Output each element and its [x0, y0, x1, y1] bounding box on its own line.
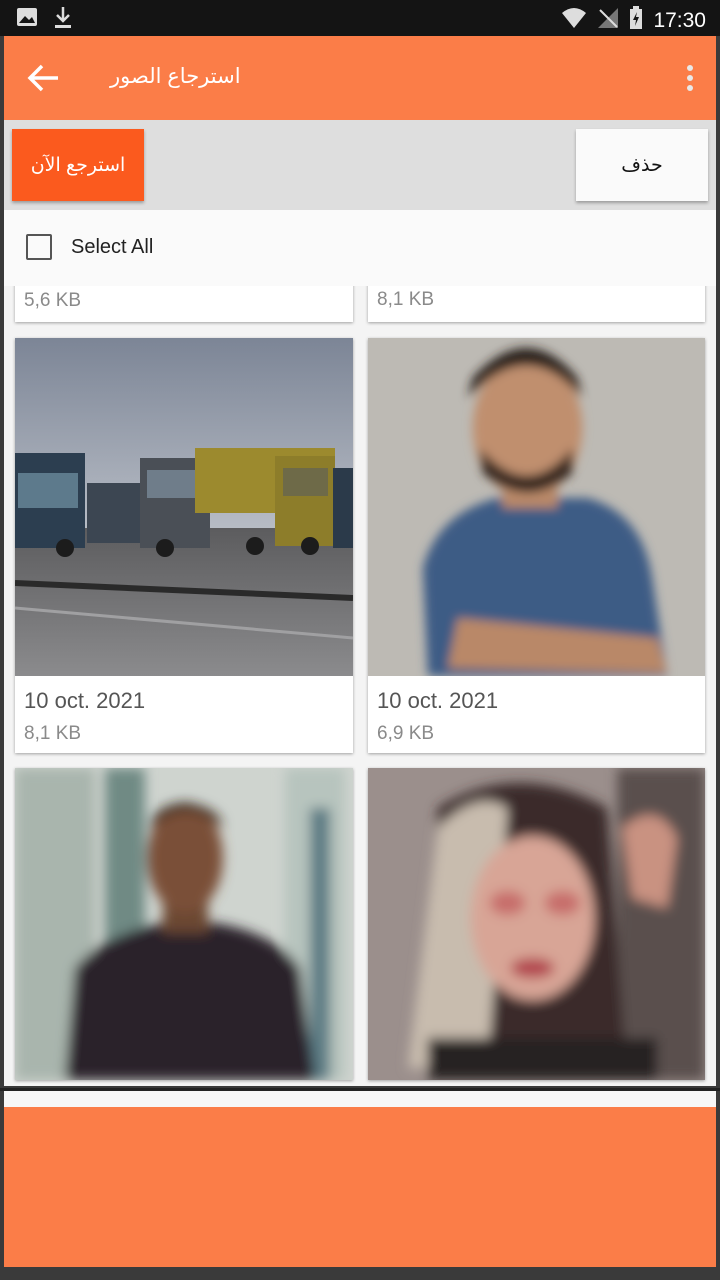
select-all-label: Select All: [71, 236, 154, 258]
wifi-icon: [561, 7, 587, 34]
page-title: استرجاع الصور: [110, 65, 241, 88]
back-arrow-icon[interactable]: [26, 62, 62, 94]
photo-thumbnail-trucks: [15, 338, 353, 676]
clock-time: 17:30: [653, 8, 706, 32]
ad-banner: [4, 1107, 716, 1267]
photo-grid: 5,6 KB 8,1 KB 10 oct. 2021 8,1 KB 10 oct…: [4, 286, 716, 1086]
action-bar: استرجع الآن حذف: [4, 120, 716, 210]
photo-card[interactable]: [368, 768, 705, 1080]
photo-card[interactable]: 8,1 KB: [368, 286, 705, 322]
more-vertical-icon[interactable]: [682, 64, 698, 92]
delete-button[interactable]: حذف: [576, 129, 708, 201]
select-all-checkbox[interactable]: [26, 234, 52, 260]
photo-card[interactable]: [15, 768, 353, 1080]
app-bar: استرجاع الصور: [4, 36, 716, 120]
image-icon: [16, 6, 38, 35]
no-signal-icon: [597, 7, 619, 34]
photo-size: 5,6 KB: [24, 290, 82, 311]
divider: [4, 1091, 716, 1107]
photo-card[interactable]: 5,6 KB: [15, 286, 353, 322]
photo-size: 8,1 KB: [377, 289, 435, 310]
photo-card[interactable]: 10 oct. 2021 6,9 KB: [368, 338, 705, 753]
photo-size: 8,1 KB: [24, 723, 82, 744]
photo-thumbnail-man: [368, 338, 705, 676]
battery-icon: [629, 6, 643, 35]
download-icon: [52, 6, 74, 35]
status-bar: 17:30: [0, 0, 720, 36]
photo-date: 10 oct. 2021: [377, 688, 499, 713]
photo-thumbnail-man-black-shirt: [15, 768, 353, 1080]
photo-size: 6,9 KB: [377, 723, 435, 744]
photo-card[interactable]: 10 oct. 2021 8,1 KB: [15, 338, 353, 753]
select-all-row[interactable]: Select All: [4, 210, 716, 286]
photo-date: 10 oct. 2021: [24, 688, 146, 713]
photo-thumbnail-woman: [368, 768, 705, 1080]
restore-now-button[interactable]: استرجع الآن: [12, 129, 144, 201]
